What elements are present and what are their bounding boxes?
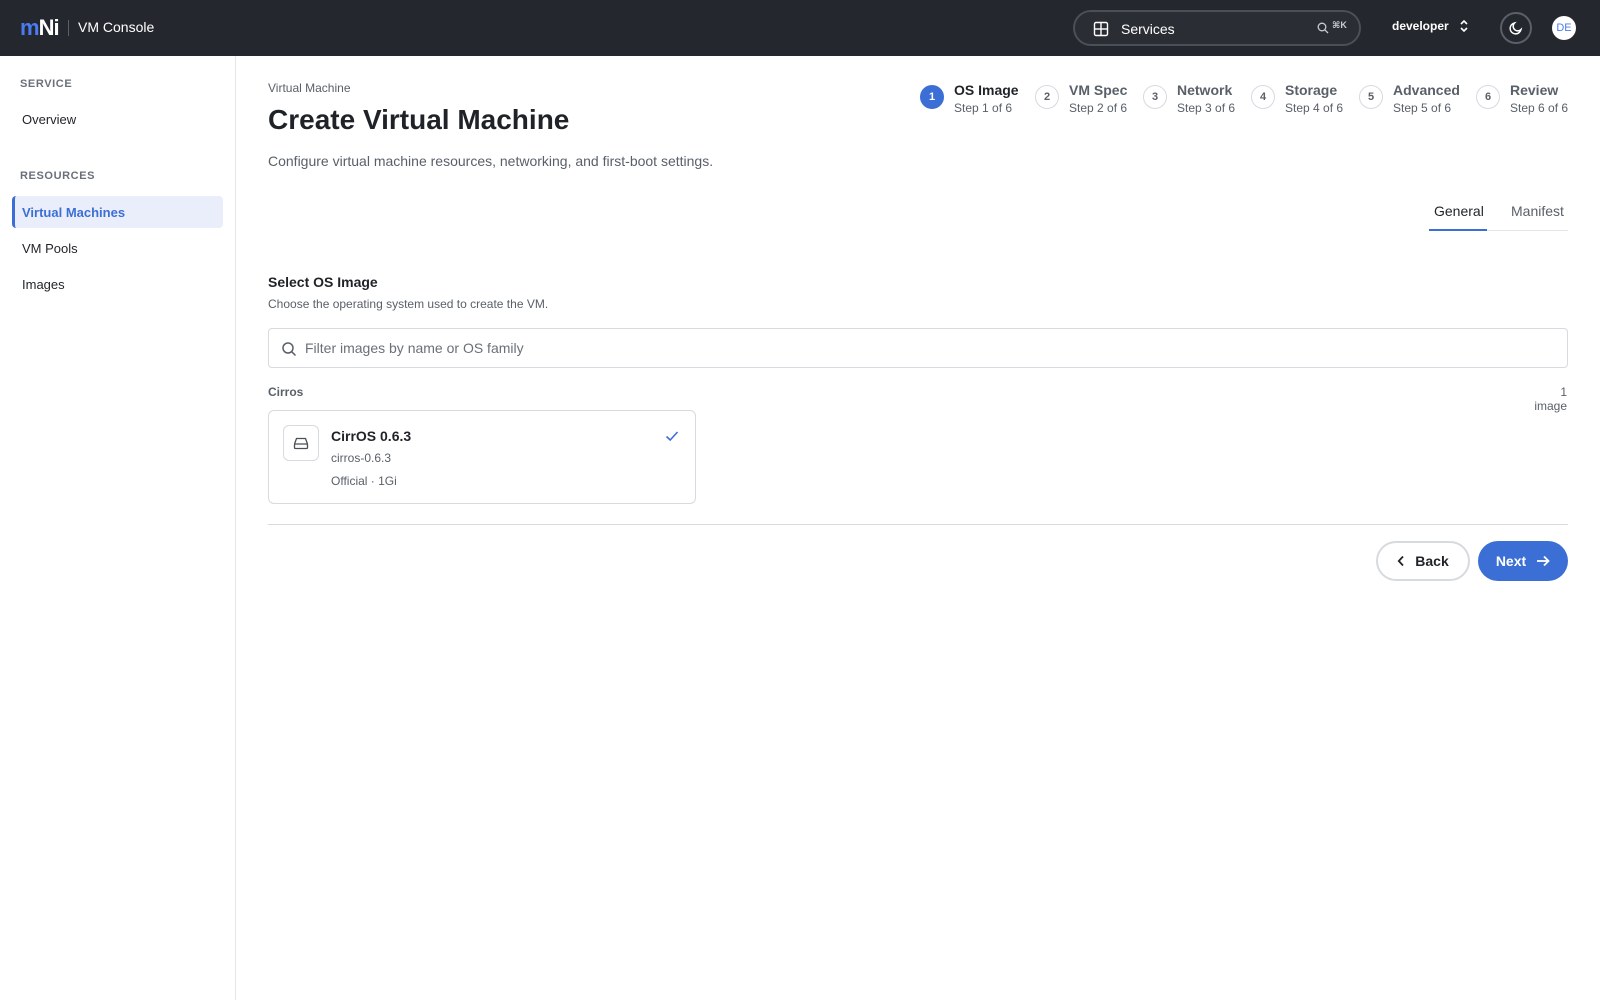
sidebar-item-images[interactable]: Images <box>12 268 223 300</box>
logo-mark-ni: Ni <box>38 15 60 40</box>
tab-manifest[interactable]: Manifest <box>1511 203 1564 219</box>
step-advanced[interactable]: 5 Advanced Step 5 of 6 <box>1359 82 1460 116</box>
back-button[interactable]: Back <box>1376 541 1470 581</box>
page-title: Create Virtual Machine <box>268 104 570 135</box>
step-storage[interactable]: 4 Storage Step 4 of 6 <box>1251 82 1343 116</box>
sidebar-item-overview[interactable]: Overview <box>12 103 223 135</box>
step-subtitle: Step 6 of 6 <box>1510 101 1569 115</box>
search-icon <box>1317 22 1329 34</box>
shortcut-hint: ⌘K <box>1332 20 1347 30</box>
breadcrumb[interactable]: Virtual Machine <box>268 81 351 95</box>
image-filter-field[interactable] <box>268 328 1568 368</box>
image-filter-input[interactable] <box>305 338 1555 358</box>
next-button[interactable]: Next <box>1478 541 1568 581</box>
services-label: Services <box>1121 21 1175 37</box>
step-number: 6 <box>1476 85 1500 109</box>
arrow-right-icon <box>1537 555 1550 567</box>
services-menu-button[interactable]: Services ⌘K <box>1073 10 1361 46</box>
step-subtitle: Step 5 of 6 <box>1393 101 1452 115</box>
step-subtitle: Step 4 of 6 <box>1285 101 1344 115</box>
theme-toggle-button[interactable] <box>1500 12 1532 44</box>
image-meta: Official · 1Gi <box>331 474 397 488</box>
logo-divider <box>68 20 69 36</box>
step-title: OS Image <box>954 82 1019 98</box>
os-image-card[interactable]: CirrOS 0.6.3 cirros-0.6.3 Official · 1Gi <box>268 410 696 504</box>
step-title: Review <box>1510 82 1559 98</box>
check-icon <box>665 431 679 442</box>
user-avatar[interactable]: DE <box>1552 16 1576 40</box>
step-title: Storage <box>1285 82 1338 98</box>
step-subtitle: Step 1 of 6 <box>954 101 1013 115</box>
top-bar: m Ni VM Console Services ⌘K developer DE <box>0 0 1600 56</box>
app-title: VM Console <box>78 19 155 35</box>
image-id: cirros-0.6.3 <box>331 451 392 465</box>
step-subtitle: Step 2 of 6 <box>1069 101 1128 115</box>
brand-logo[interactable]: m Ni <box>20 15 60 40</box>
step-number: 2 <box>1035 85 1059 109</box>
actions-divider <box>268 524 1568 525</box>
sidebar-item-vm-pools[interactable]: VM Pools <box>12 232 223 264</box>
project-selector[interactable]: developer <box>1392 19 1469 33</box>
search-icon <box>282 342 297 357</box>
step-number: 4 <box>1251 85 1275 109</box>
step-network[interactable]: 3 Network Step 3 of 6 <box>1143 82 1235 116</box>
step-number: 5 <box>1359 85 1383 109</box>
step-title: Network <box>1177 82 1233 98</box>
back-button-label: Back <box>1415 553 1449 569</box>
hard-drive-icon <box>293 437 309 450</box>
step-os-image[interactable]: 1 OS Image Step 1 of 6 <box>920 82 1019 116</box>
tab-general[interactable]: General <box>1434 203 1484 219</box>
step-vm-spec[interactable]: 2 VM Spec Step 2 of 6 <box>1035 82 1127 116</box>
disk-icon-frame <box>283 425 319 461</box>
sidebar-section-resources: RESOURCES <box>20 170 96 182</box>
step-number: 1 <box>920 85 944 109</box>
moon-icon <box>1509 21 1523 35</box>
page-description: Configure virtual machine resources, net… <box>268 153 714 169</box>
image-group-count: 1 image <box>1534 385 1567 413</box>
step-title: Advanced <box>1393 82 1460 98</box>
step-review[interactable]: 6 Review Step 6 of 6 <box>1476 82 1568 116</box>
section-description: Choose the operating system used to crea… <box>268 297 549 311</box>
sidebar: SERVICE Overview RESOURCES Virtual Machi… <box>0 56 236 1000</box>
next-button-label: Next <box>1495 553 1527 569</box>
step-number: 3 <box>1143 85 1167 109</box>
sidebar-section-service: SERVICE <box>20 78 73 90</box>
image-name: CirrOS 0.6.3 <box>331 428 412 444</box>
logo-mark-m: m <box>20 15 40 40</box>
active-tab-indicator <box>1429 229 1487 231</box>
step-subtitle: Step 3 of 6 <box>1177 101 1236 115</box>
image-group-label: Cirros <box>268 385 304 399</box>
section-title: Select OS Image <box>268 274 378 290</box>
sidebar-item-virtual-machines[interactable]: Virtual Machines <box>12 196 223 228</box>
project-name: developer <box>1392 19 1449 33</box>
chevron-up-down-icon <box>1460 19 1468 33</box>
step-title: VM Spec <box>1069 82 1128 98</box>
chevron-left-icon <box>1397 555 1404 567</box>
grid-icon <box>1093 21 1109 37</box>
